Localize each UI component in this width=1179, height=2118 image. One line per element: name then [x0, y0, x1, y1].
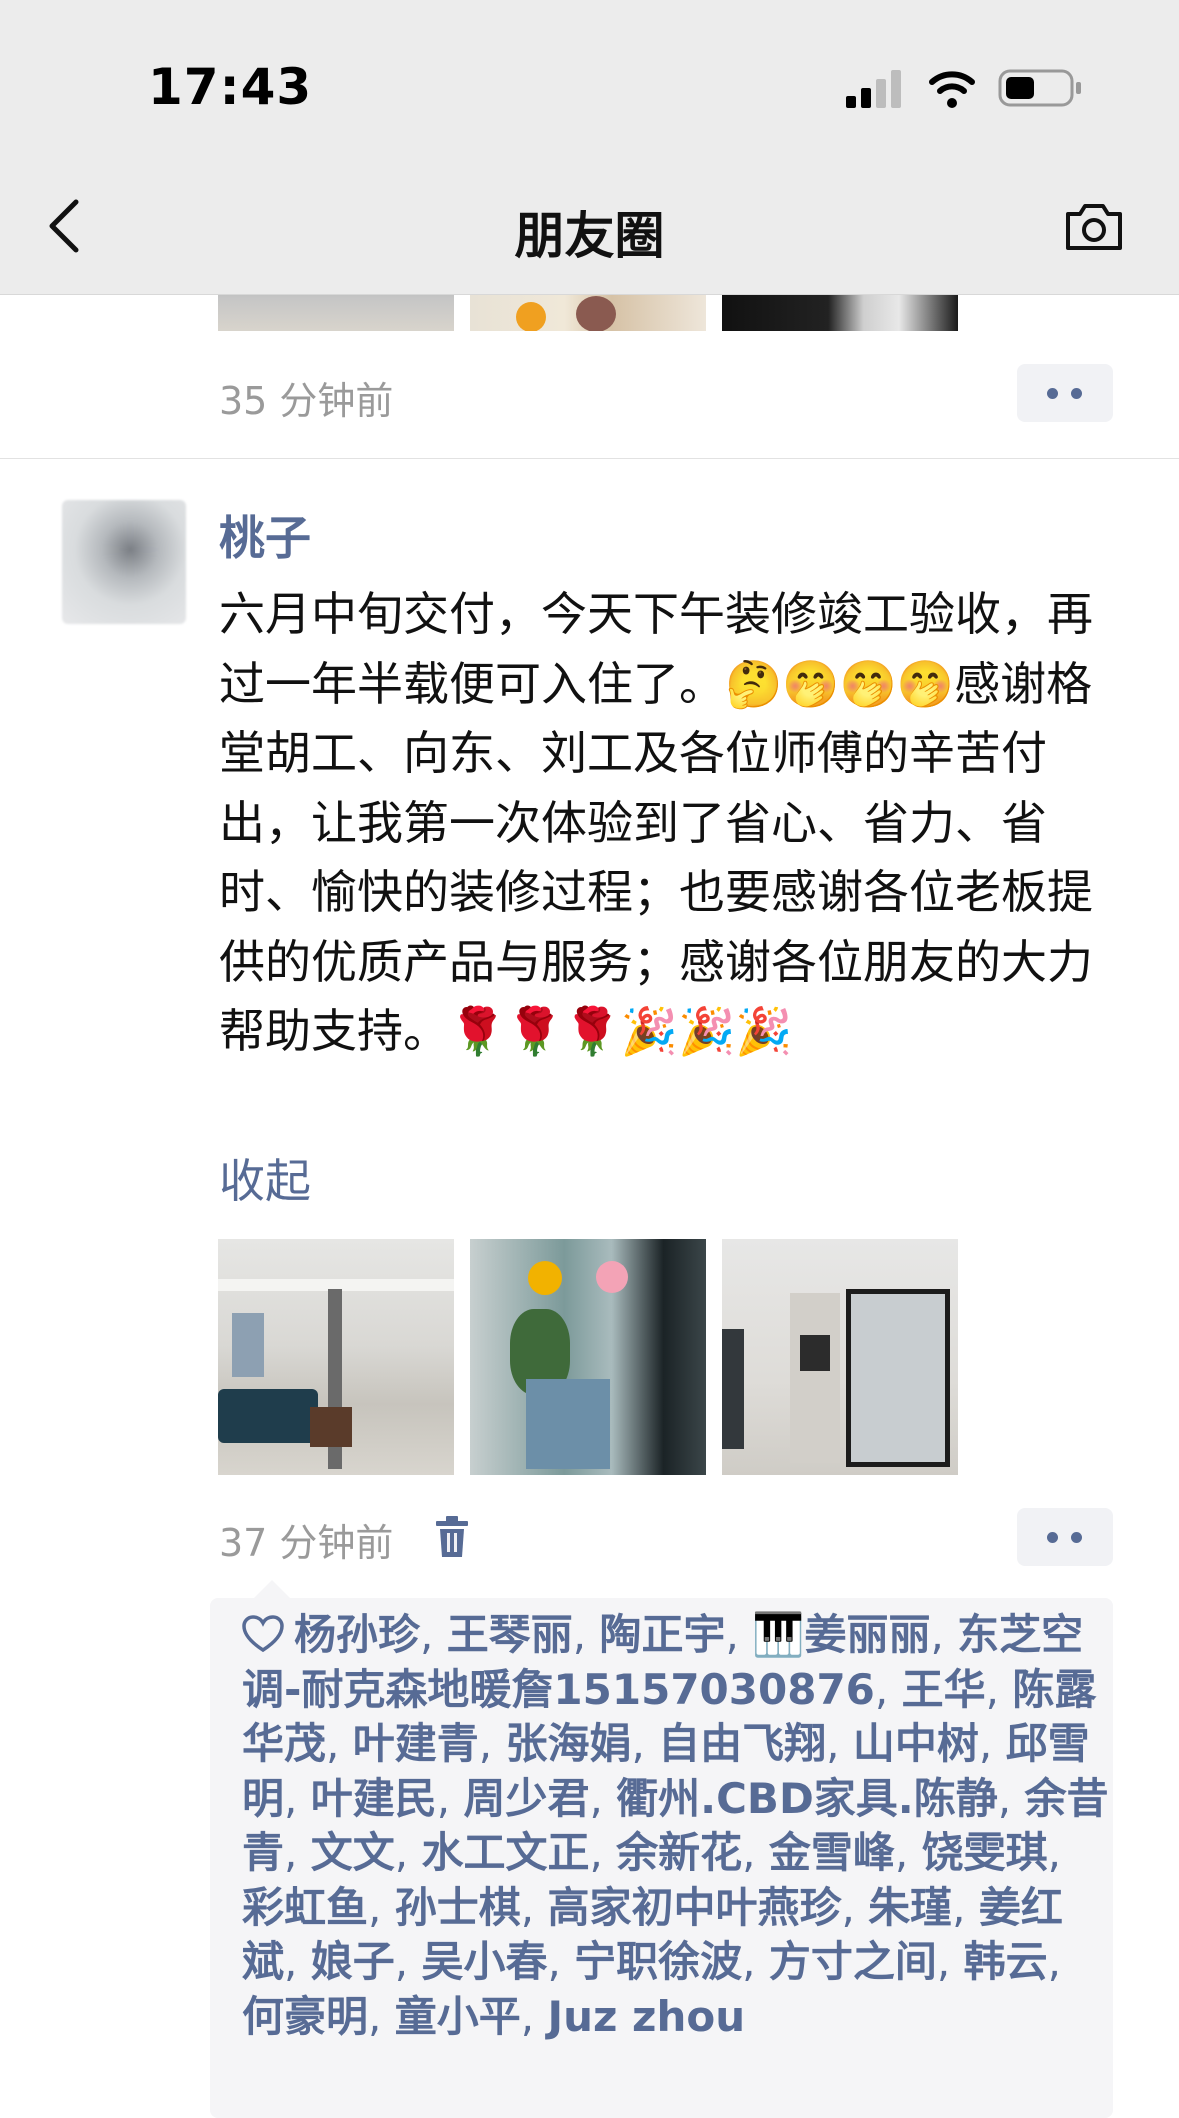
- liker-separator: ,: [631, 1719, 659, 1768]
- liker-separator: ,: [572, 1610, 600, 1659]
- liker-name[interactable]: 何豪明: [242, 1992, 368, 2041]
- liker-separator: ,: [547, 1937, 575, 1986]
- top-bar: 17:43 朋友圈: [0, 0, 1179, 295]
- liker-name[interactable]: 韩云: [964, 1937, 1048, 1986]
- post-divider: [0, 458, 1179, 459]
- liker-separator: ,: [1047, 1828, 1061, 1877]
- liker-separator: ,: [520, 1991, 548, 2041]
- liker-separator: ,: [284, 1937, 311, 1986]
- more-dot-icon: [1071, 1532, 1082, 1543]
- liker-separator: ,: [1047, 1937, 1061, 1986]
- liker-name[interactable]: 吴小春: [421, 1937, 547, 1986]
- previous-post-timestamp: 35 分钟前: [219, 379, 394, 423]
- liker-name[interactable]: 🎹姜丽丽: [752, 1610, 930, 1659]
- previous-post-more-button[interactable]: [1017, 364, 1113, 422]
- post-photo-glass-door[interactable]: [470, 1239, 706, 1475]
- trash-icon[interactable]: [432, 1515, 472, 1559]
- liker-separator: ,: [478, 1719, 506, 1768]
- heart-icon: [242, 1615, 284, 1653]
- liker-name[interactable]: 杨孙珍: [294, 1610, 420, 1659]
- liker-separator: ,: [997, 1773, 1025, 1823]
- post-photo-kitchen[interactable]: [722, 1239, 958, 1475]
- liker-name[interactable]: 娘子: [311, 1937, 395, 1986]
- liker-name[interactable]: 孙士棋: [395, 1883, 521, 1932]
- liker-name[interactable]: 叶建青: [353, 1719, 479, 1768]
- status-time: 17:43: [148, 58, 313, 116]
- liker-separator: ,: [936, 1937, 964, 1986]
- likes-panel: 杨孙珍, 王琴丽, 陶正宇, 🎹姜丽丽, 东芝空调-耐克森地暖詹15157030…: [210, 1580, 1113, 2118]
- author-name[interactable]: 桃子: [219, 502, 311, 568]
- more-dot-icon: [1047, 388, 1058, 399]
- liker-separator: ,: [952, 1882, 979, 1932]
- cellular-signal-icon: [846, 70, 901, 108]
- liker-name[interactable]: 周少君: [463, 1774, 589, 1823]
- wifi-icon: [929, 71, 975, 108]
- liker-separator: ,: [368, 1882, 395, 1932]
- liker-separator: ,: [589, 1828, 617, 1877]
- liker-name[interactable]: 自由飞翔: [658, 1719, 826, 1768]
- liker-separator: ,: [725, 1610, 753, 1659]
- liker-separator: ,: [894, 1828, 922, 1877]
- liker-name[interactable]: 朱瑾: [868, 1883, 952, 1932]
- liker-separator: ,: [420, 1610, 447, 1659]
- liker-name[interactable]: 张海娟: [505, 1719, 631, 1768]
- more-dot-icon: [1071, 388, 1082, 399]
- liker-name[interactable]: Juz zhou: [547, 1992, 745, 2041]
- more-dot-icon: [1047, 1532, 1058, 1543]
- liker-separator: ,: [589, 1773, 617, 1823]
- liker-separator: ,: [985, 1664, 1013, 1714]
- liker-separator: ,: [394, 1828, 422, 1877]
- liker-name[interactable]: 饶雯琪: [922, 1828, 1048, 1877]
- liker-name[interactable]: 宁职徐波: [574, 1937, 742, 1986]
- camera-icon[interactable]: [1062, 200, 1126, 254]
- page-title: 朋友圈: [514, 207, 665, 265]
- liker-separator: ,: [284, 1773, 311, 1823]
- liker-separator: ,: [826, 1719, 853, 1768]
- post-timestamp: 37 分钟前: [219, 1521, 394, 1565]
- liker-separator: ,: [742, 1937, 769, 1986]
- likes-list: 杨孙珍, 王琴丽, 陶正宇, 🎹姜丽丽, 东芝空调-耐克森地暖詹15157030…: [242, 1608, 1112, 2044]
- liker-name[interactable]: 方寸之间: [769, 1937, 937, 1986]
- liker-name[interactable]: 童小平: [395, 1992, 521, 2041]
- liker-name[interactable]: 金雪峰: [769, 1828, 895, 1877]
- post-more-button[interactable]: [1017, 1508, 1113, 1566]
- liker-separator: ,: [930, 1610, 958, 1659]
- liker-separator: ,: [978, 1719, 1006, 1768]
- liker-name[interactable]: 陶正宇: [599, 1610, 725, 1659]
- battery-icon: [998, 69, 1081, 107]
- liker-name[interactable]: 彩虹鱼: [242, 1883, 368, 1932]
- liker-separator: ,: [326, 1719, 353, 1768]
- post-text: 六月中旬交付，今天下午装修竣工验收，再过一年半载便可入住了。🤔🤭🤭🤭感谢格堂胡工…: [219, 587, 1093, 1058]
- liker-separator: ,: [284, 1828, 311, 1877]
- liker-separator: ,: [841, 1882, 869, 1932]
- liker-name[interactable]: 衢州.CBD家具.陈静: [616, 1774, 998, 1823]
- liker-separator: ,: [394, 1937, 422, 1986]
- liker-name[interactable]: 文文: [311, 1828, 395, 1877]
- liker-name[interactable]: 山中树: [853, 1719, 979, 1768]
- liker-name[interactable]: 叶建民: [311, 1774, 437, 1823]
- liker-name[interactable]: 高家初中叶燕珍: [547, 1883, 841, 1932]
- liker-name[interactable]: 王琴丽: [447, 1610, 573, 1659]
- liker-name[interactable]: 余新花: [616, 1828, 742, 1877]
- liker-separator: ,: [874, 1664, 902, 1714]
- liker-separator: ,: [742, 1828, 769, 1877]
- liker-name[interactable]: 王华: [902, 1665, 986, 1714]
- author-avatar[interactable]: [62, 500, 186, 624]
- collapse-link[interactable]: 收起: [219, 1145, 311, 1211]
- liker-separator: ,: [368, 1991, 395, 2041]
- liker-separator: ,: [520, 1882, 548, 1932]
- liker-separator: ,: [436, 1773, 464, 1823]
- post-photo-living-room[interactable]: [218, 1239, 454, 1475]
- liker-name[interactable]: 水工文正: [421, 1828, 589, 1877]
